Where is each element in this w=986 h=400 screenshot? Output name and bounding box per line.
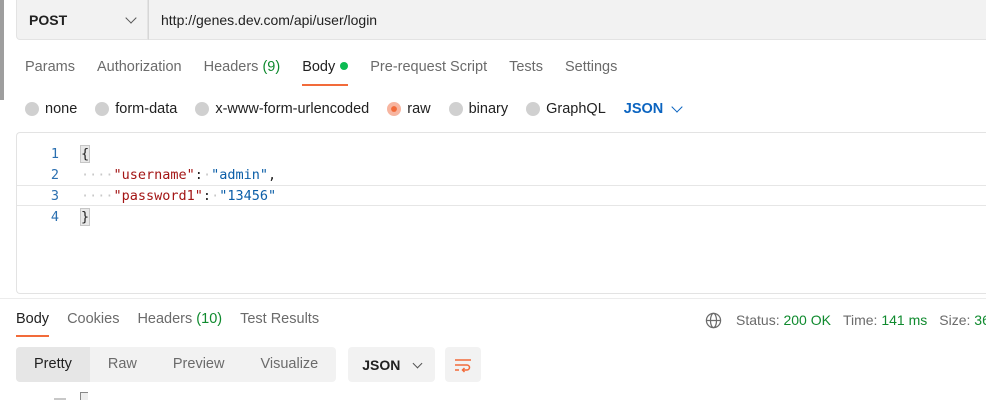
line-number: 2 xyxy=(50,166,59,183)
tab-body[interactable]: Body xyxy=(302,48,349,86)
json-value: "admin" xyxy=(211,166,268,183)
code-line: 4 } xyxy=(17,206,986,227)
request-line: POST http://genes.dev.com/api/user/login xyxy=(16,0,986,40)
chevron-down-icon xyxy=(671,101,683,113)
tab-params[interactable]: Params xyxy=(25,48,75,86)
tab-authorization[interactable]: Authorization xyxy=(97,48,182,86)
json-value: "13456" xyxy=(219,187,277,204)
line-number: 4 xyxy=(50,208,59,225)
response-meta: Status: 200 OK Time: 141 ms Size: 364 xyxy=(705,309,986,331)
modified-dot-icon xyxy=(340,62,349,71)
chevron-down-icon xyxy=(412,358,423,368)
chevron-down-icon xyxy=(125,11,137,24)
tab-tests[interactable]: Tests xyxy=(509,48,543,86)
line-number: 3 xyxy=(50,187,59,204)
radio-form-data[interactable]: form-data xyxy=(95,101,177,117)
radio-icon xyxy=(95,102,110,116)
radio-x-www-form-urlencoded[interactable]: x-www-form-urlencoded xyxy=(195,101,369,117)
radio-binary[interactable]: binary xyxy=(448,101,508,117)
time-info[interactable]: Time: 141 ms xyxy=(843,312,927,328)
response-code-peek xyxy=(80,392,88,400)
line-number: 1 xyxy=(50,145,59,162)
radio-checked-icon xyxy=(387,102,402,116)
radio-icon xyxy=(25,102,39,116)
globe-icon[interactable] xyxy=(705,312,722,329)
view-visualize-button[interactable]: Visualize xyxy=(242,347,336,382)
method-label: POST xyxy=(29,11,68,28)
code-line-current: 3 ····"password1":·"13456" xyxy=(17,185,986,206)
time-value: 141 ms xyxy=(881,312,928,328)
wrap-lines-icon xyxy=(455,358,472,373)
tab-pre-request-script[interactable]: Pre-request Script xyxy=(370,48,487,86)
view-preview-button[interactable]: Preview xyxy=(155,347,243,382)
open-brace: { xyxy=(79,144,91,163)
wrap-lines-button[interactable] xyxy=(445,347,482,382)
response-headers-count: (10) xyxy=(196,311,223,327)
headers-count: (9) xyxy=(262,59,281,75)
code-line: 1 { xyxy=(17,143,986,164)
radio-none[interactable]: none xyxy=(25,101,77,117)
response-tab-test-results[interactable]: Test Results xyxy=(240,303,319,337)
radio-icon xyxy=(448,102,463,116)
view-mode-segmented: Pretty Raw Preview Visualize xyxy=(16,347,337,382)
body-type-selector: none form-data x-www-form-urlencoded raw… xyxy=(25,96,683,122)
size-info[interactable]: Size: 364 xyxy=(939,312,986,328)
response-format-select[interactable]: JSON xyxy=(348,347,436,382)
url-input[interactable]: http://genes.dev.com/api/user/login xyxy=(148,0,986,40)
response-tab-body[interactable]: Body xyxy=(16,303,50,337)
response-divider[interactable] xyxy=(0,298,986,299)
body-language-select[interactable]: JSON xyxy=(624,101,683,117)
method-select[interactable]: POST xyxy=(16,0,148,40)
response-tab-cookies[interactable]: Cookies xyxy=(67,303,119,337)
request-tabs: Params Authorization Headers (9) Body Pr… xyxy=(25,48,639,86)
radio-icon xyxy=(195,102,210,116)
tab-settings[interactable]: Settings xyxy=(565,48,617,86)
status-info[interactable]: Status: 200 OK xyxy=(736,312,831,328)
code-line: 2 ····"username":·"admin", xyxy=(17,164,986,185)
close-brace: } xyxy=(79,207,91,226)
tab-headers[interactable]: Headers (9) xyxy=(204,48,281,86)
response-format-row: Pretty Raw Preview Visualize JSON xyxy=(16,347,482,382)
request-body-editor[interactable]: 1 { 2 ····"username":·"admin", 3 ····"pa… xyxy=(16,132,986,294)
size-value: 364 xyxy=(974,312,986,328)
json-key: "password1" xyxy=(113,187,203,204)
response-tab-headers[interactable]: Headers (10) xyxy=(137,303,222,337)
radio-raw[interactable]: raw xyxy=(387,101,431,117)
view-pretty-button[interactable]: Pretty xyxy=(16,347,90,382)
json-key: "username" xyxy=(113,166,195,183)
view-raw-button[interactable]: Raw xyxy=(90,347,155,382)
radio-icon xyxy=(526,102,541,116)
radio-graphql[interactable]: GraphQL xyxy=(526,101,606,117)
response-tabs: Body Cookies Headers (10) Test Results xyxy=(16,303,337,337)
scroll-indicator xyxy=(0,0,4,100)
status-value: 200 OK xyxy=(783,312,831,328)
